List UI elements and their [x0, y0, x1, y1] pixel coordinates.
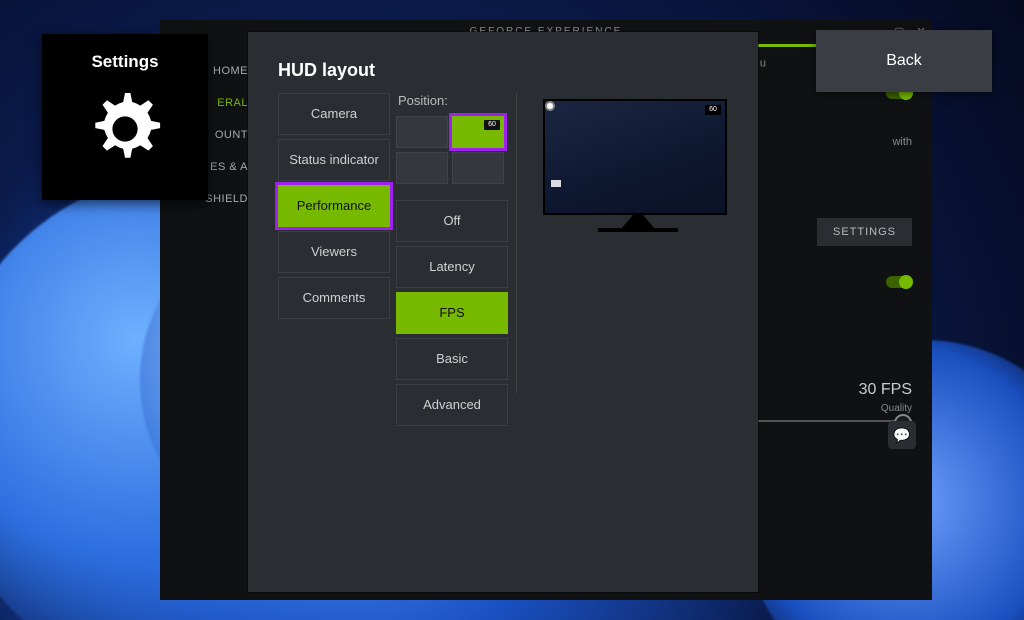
settings-label: Settings: [91, 52, 158, 72]
position-top-right[interactable]: 60: [452, 116, 504, 148]
settings-card[interactable]: Settings: [42, 34, 208, 200]
hud-options-column: Position: 60 Off Latency FPS Basic Advan…: [396, 93, 508, 430]
monitor-screen: 60: [543, 99, 727, 215]
toggle-switch[interactable]: [886, 276, 912, 288]
mode-off[interactable]: Off: [396, 200, 508, 242]
hud-category-status-indicator[interactable]: Status indicator: [278, 139, 390, 181]
mode-advanced[interactable]: Advanced: [396, 384, 508, 426]
position-grid: 60: [396, 116, 508, 184]
back-label: Back: [886, 52, 922, 70]
position-label: Position:: [398, 93, 508, 108]
feedback-icon[interactable]: 💬: [888, 421, 916, 449]
hud-category-camera[interactable]: Camera: [278, 93, 390, 135]
position-bottom-left[interactable]: [396, 152, 448, 184]
mode-basic[interactable]: Basic: [396, 338, 508, 380]
desktop: GEFORCE EXPERIENCE — ▢ ✕ 🎧 u HOME ERAL O…: [0, 0, 1024, 620]
hud-category-viewers[interactable]: Viewers: [278, 231, 390, 273]
monitor-stand: [621, 215, 655, 229]
hud-category-performance[interactable]: Performance: [278, 185, 390, 227]
fps-chip: 60: [484, 120, 500, 130]
hud-layout-panel: HUD layout Camera Status indicator Perfo…: [248, 32, 758, 592]
position-bottom-right[interactable]: [452, 152, 504, 184]
mode-fps[interactable]: FPS: [396, 292, 508, 334]
back-button[interactable]: Back: [816, 30, 992, 92]
position-top-left[interactable]: [396, 116, 448, 148]
camera-icon: [551, 180, 561, 187]
mode-latency[interactable]: Latency: [396, 246, 508, 288]
monitor-fps-chip: 60: [705, 105, 721, 115]
panel-title: HUD layout: [248, 32, 758, 93]
record-icon: [545, 101, 555, 111]
hud-category-list: Camera Status indicator Performance View…: [278, 93, 390, 430]
hud-category-comments[interactable]: Comments: [278, 277, 390, 319]
settings-button[interactable]: SETTINGS: [817, 218, 912, 246]
monitor-preview: 60: [516, 93, 758, 393]
gear-icon: [80, 84, 170, 174]
